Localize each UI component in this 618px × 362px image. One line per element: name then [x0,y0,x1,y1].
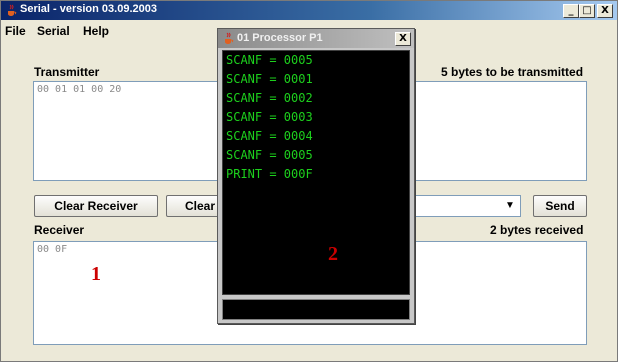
receiver-label: Receiver [34,223,85,237]
maximize-button[interactable]: □ [579,4,595,18]
send-button[interactable]: Send [533,195,587,217]
processor-titlebar[interactable]: 01 Processor P1 X [218,29,414,48]
console-line: PRINT = 000F [226,167,313,181]
annotation-1: 1 [91,263,101,285]
processor-window: 01 Processor P1 X SCANF = 0005 SCANF = 0… [217,28,415,324]
chevron-down-icon: ▼ [505,200,515,211]
minimize-button[interactable]: _ [563,4,579,18]
menu-serial[interactable]: Serial [37,24,70,38]
transmitter-content: 00 01 01 00 20 [37,84,122,95]
processor-title: 01 Processor P1 [237,32,323,44]
console-line: SCANF = 0005 [226,148,313,162]
processor-input[interactable] [222,299,410,320]
clear-receiver-button[interactable]: Clear Receiver [34,195,158,217]
console-line: SCANF = 0005 [226,53,313,67]
console-line: SCANF = 0002 [226,91,313,105]
menu-file[interactable]: File [5,24,26,38]
close-button[interactable]: X [597,4,613,18]
java-cup-icon [225,32,234,44]
receiver-content: 00 0F [37,244,68,255]
console-line: SCANF = 0001 [226,72,313,86]
console-line: SCANF = 0003 [226,110,313,124]
processor-close-button[interactable]: X [395,32,411,46]
java-cup-icon [8,4,17,16]
main-titlebar[interactable]: Serial - version 03.09.2003 _ □ X [1,1,617,20]
transmitter-label: Transmitter [34,65,100,79]
port-select[interactable]: ▼ [413,195,521,217]
receiver-status: 2 bytes received [490,223,584,237]
processor-console: SCANF = 0005 SCANF = 0001 SCANF = 0002 S… [222,50,410,295]
annotation-2: 2 [328,243,338,265]
menu-help[interactable]: Help [83,24,109,38]
window-title: Serial - version 03.09.2003 [20,3,157,15]
transmitter-status: 5 bytes to be transmitted [441,65,584,79]
console-line: SCANF = 0004 [226,129,313,143]
